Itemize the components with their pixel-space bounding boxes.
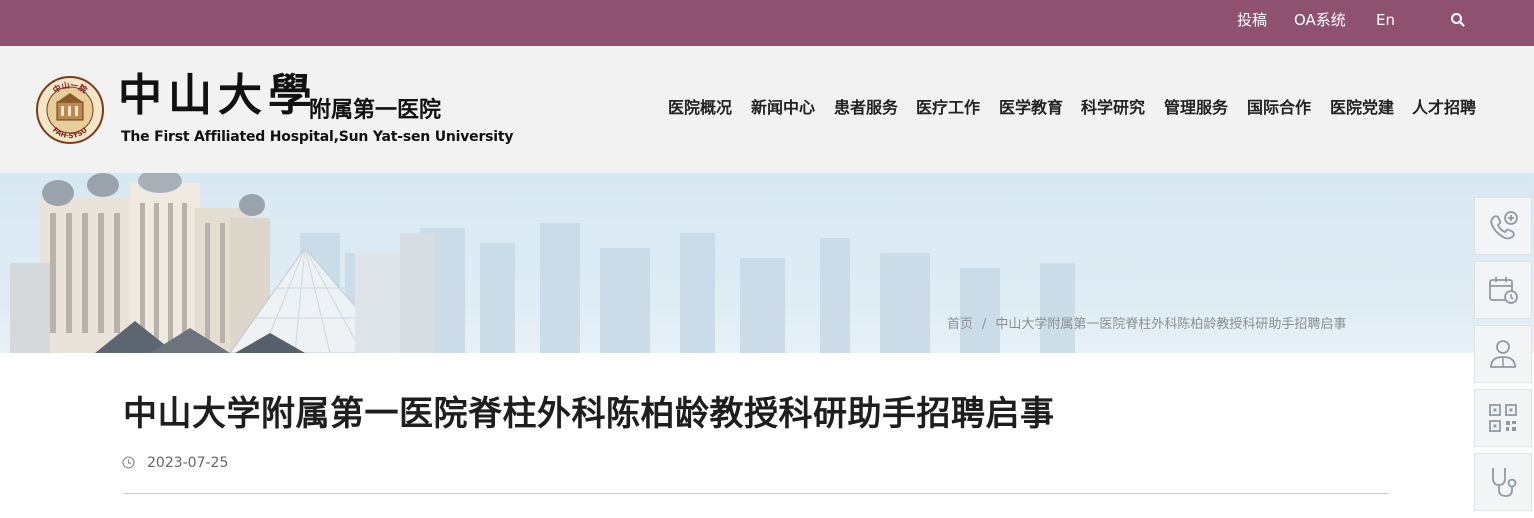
doctor-icon (1490, 340, 1516, 368)
breadcrumb-current: 中山大学附属第一医院脊柱外科陈柏龄教授科研助手招聘启事 (995, 317, 1347, 332)
logo-subtitle: 附属第一医院 (309, 98, 442, 123)
submit-link[interactable]: 投稿 (1237, 10, 1267, 30)
oa-system-link[interactable]: OA系统 (1294, 10, 1346, 30)
clock-icon (122, 456, 135, 469)
calendar-clock-icon (1489, 277, 1518, 304)
nav-item-research[interactable]: 科学研究 (1081, 98, 1145, 118)
sidebar-button-doctor[interactable] (1474, 325, 1532, 383)
breadcrumb-home-link[interactable]: 首页 (947, 317, 973, 332)
sidebar-button-appointment[interactable] (1474, 261, 1532, 319)
nav-item-management[interactable]: 管理服务 (1164, 98, 1228, 118)
sidebar-button-health[interactable] (1474, 453, 1532, 511)
logo-english-name: The First Affiliated Hospital,Sun Yat-se… (121, 129, 514, 145)
logo-chinese-name: 中山大學 (118, 70, 318, 121)
search-icon[interactable] (1449, 11, 1467, 29)
article-title: 中山大学附属第一医院脊柱外科陈柏龄教授科研助手招聘启事 (123, 394, 1055, 434)
sidebar-button-qrcode[interactable] (1474, 389, 1532, 447)
english-link[interactable]: En (1376, 10, 1395, 30)
breadcrumb-separator: / (982, 317, 987, 332)
nav-item-international[interactable]: 国际合作 (1247, 98, 1311, 118)
nav-item-patient-services[interactable]: 患者服务 (834, 98, 898, 118)
nav-item-education[interactable]: 医学教育 (999, 98, 1063, 118)
nav-item-news[interactable]: 新闻中心 (751, 98, 815, 118)
stethoscope-icon (1492, 468, 1517, 497)
page-banner: 首页 / 中山大学附属第一医院脊柱外科陈柏龄教授科研助手招聘启事 (0, 173, 1534, 353)
sidebar-button-consult[interactable] (1474, 197, 1532, 255)
title-divider (123, 493, 1389, 494)
nav-item-medical-work[interactable]: 医疗工作 (916, 98, 980, 118)
nav-item-careers[interactable]: 人才招聘 (1412, 98, 1476, 118)
qr-code-icon (1489, 404, 1517, 432)
top-bar: 投稿 OA系统 En (0, 0, 1534, 46)
nav-item-party[interactable]: 医院党建 (1330, 98, 1394, 118)
publish-date: 2023-07-25 (147, 455, 229, 471)
breadcrumb: 首页 / 中山大学附属第一医院脊柱外科陈柏龄教授科研助手招聘启事 (947, 316, 1346, 334)
phone-plus-icon (1490, 211, 1518, 240)
nav-item-overview[interactable]: 医院概况 (668, 98, 732, 118)
site-header: 中山一院 FAH-SYSU 中山大學 附属第一医院 The First Affi… (0, 46, 1534, 173)
hospital-seal-logo[interactable]: 中山一院 FAH-SYSU (36, 76, 104, 144)
